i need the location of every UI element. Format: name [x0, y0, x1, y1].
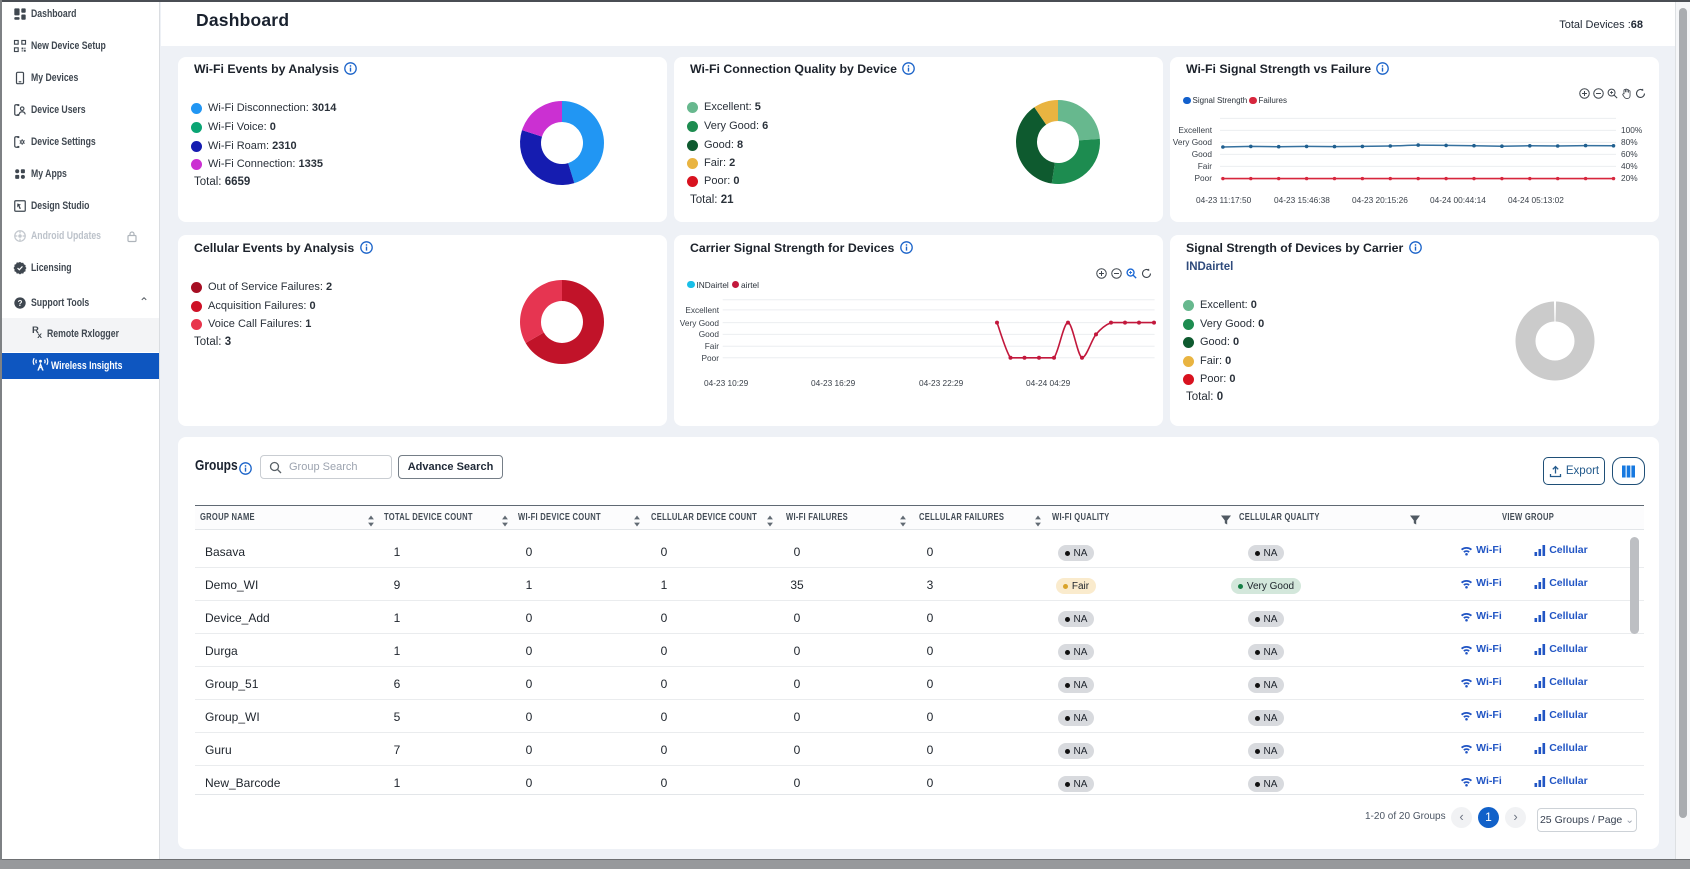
svg-text:?: ? — [18, 298, 23, 307]
svg-text:x: x — [37, 330, 42, 339]
